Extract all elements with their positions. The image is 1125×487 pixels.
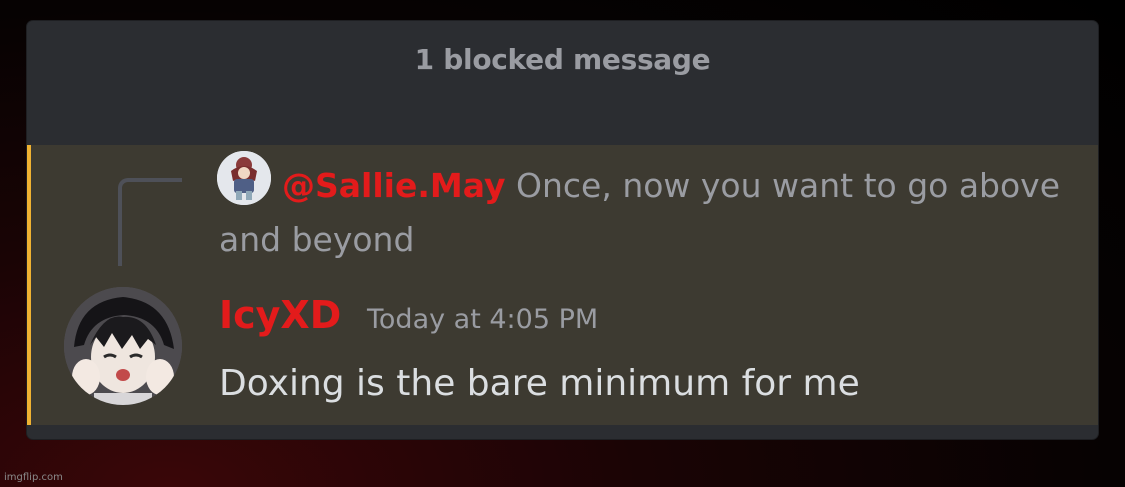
reply-mention[interactable]: @Sallie.May (282, 166, 506, 205)
chat-panel: 1 blocked message @Sallie.May Once, now … (27, 21, 1098, 439)
blocked-messages-bar[interactable]: 1 blocked message (27, 21, 1098, 143)
mention-highlight-bar (27, 145, 31, 425)
reply-spine (118, 178, 182, 266)
author-avatar-image (64, 287, 182, 405)
message-content: Doxing is the bare minimum for me (219, 363, 860, 404)
reply-preview[interactable]: @Sallie.May Once, now you want to go abo… (219, 159, 1098, 267)
author-avatar[interactable] (64, 287, 182, 405)
blocked-messages-label[interactable]: 1 blocked message (27, 43, 1098, 76)
highlighted-message[interactable]: @Sallie.May Once, now you want to go abo… (27, 145, 1098, 425)
watermark: imgflip.com (4, 472, 63, 483)
message-timestamp[interactable]: Today at 4:05 PM (367, 304, 598, 335)
author-username[interactable]: IcyXD (219, 293, 341, 337)
